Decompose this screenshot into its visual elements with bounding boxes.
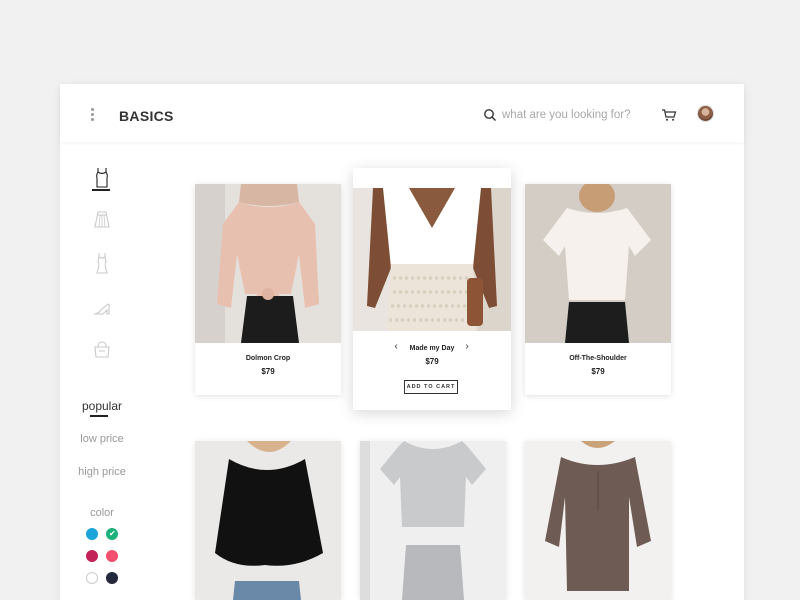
heel-shoe-icon: [93, 303, 110, 315]
product-card-featured[interactable]: ‹ › Made my Day $79 ADD TO CART: [353, 168, 511, 410]
product-image: [353, 188, 511, 331]
category-shoes[interactable]: [92, 296, 112, 320]
cart-icon[interactable]: [661, 108, 677, 122]
product-card[interactable]: Off-The-Shoulder $79: [525, 184, 671, 395]
skirt-icon: [94, 211, 110, 228]
sort-high-price[interactable]: high price: [67, 466, 137, 478]
menu-icon[interactable]: [88, 108, 98, 122]
top-bar: BASICS: [60, 84, 744, 142]
product-card[interactable]: [360, 441, 506, 600]
color-swatch-green[interactable]: ✔: [106, 528, 118, 540]
tank-top-icon: [96, 168, 108, 188]
product-image: [195, 184, 341, 343]
product-name[interactable]: Dolmon Crop: [195, 355, 341, 362]
product-price: $79: [425, 357, 439, 366]
sort-active-indicator: [90, 415, 108, 417]
product-card[interactable]: [195, 441, 341, 600]
sort-low-price[interactable]: low price: [67, 433, 137, 445]
product-name[interactable]: Made my Day: [353, 345, 511, 352]
category-tops[interactable]: [92, 166, 112, 190]
color-swatch-navy[interactable]: [106, 572, 118, 584]
product-image: [360, 441, 506, 600]
category-skirts[interactable]: [92, 208, 112, 232]
carousel-bar: [353, 168, 511, 188]
product-price: $79: [591, 367, 605, 376]
color-swatch-pink[interactable]: [106, 550, 118, 562]
brand-title: BASICS: [119, 108, 174, 124]
product-card[interactable]: [525, 441, 671, 600]
search-icon[interactable]: [483, 108, 497, 122]
color-swatch-white[interactable]: [86, 572, 98, 584]
sort-popular[interactable]: popular: [67, 399, 137, 413]
avatar[interactable]: [697, 105, 714, 122]
product-name[interactable]: Off-The-Shoulder: [525, 355, 671, 362]
color-swatch-crimson[interactable]: [86, 550, 98, 562]
product-image: [525, 441, 671, 600]
add-to-cart-button[interactable]: ADD TO CART: [404, 380, 458, 394]
color-filter-label: color: [90, 507, 114, 519]
handbag-icon: [94, 341, 110, 358]
color-swatch-blue[interactable]: [86, 528, 98, 540]
category-bags[interactable]: [92, 338, 112, 362]
dress-icon: [96, 253, 108, 274]
check-icon: ✔: [109, 529, 116, 538]
category-active-indicator: [92, 189, 110, 191]
product-image: [195, 441, 341, 600]
product-price: $79: [261, 367, 275, 376]
product-card[interactable]: Dolmon Crop $79: [195, 184, 341, 395]
search-input[interactable]: [502, 106, 652, 124]
product-image: [525, 184, 671, 343]
category-dresses[interactable]: [92, 252, 112, 276]
